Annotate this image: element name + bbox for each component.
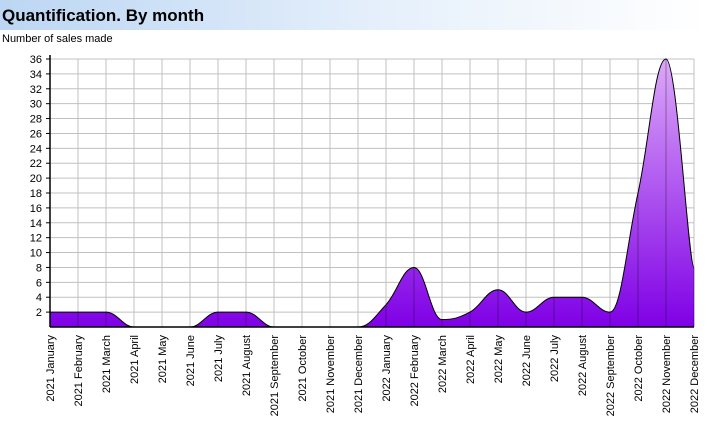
grid: [49, 58, 695, 327]
y-tick-label: 2: [36, 307, 42, 319]
x-tick-label: 2022 March: [437, 335, 449, 393]
x-tick-label: 2022 June: [521, 335, 533, 386]
y-tick-label: 30: [30, 99, 42, 111]
sales-area-chart: 246810121416182022242628303234362021 Jan…: [30, 54, 701, 416]
y-tick-label: 36: [30, 54, 42, 66]
y-tick-label: 34: [30, 69, 42, 81]
x-tick-label: 2021 December: [353, 335, 365, 414]
x-tick-label: 2021 August: [241, 335, 253, 396]
x-tick-label: 2022 August: [577, 335, 589, 396]
x-tick-label: 2021 March: [101, 335, 113, 393]
x-tick-label: 2021 November: [325, 335, 337, 414]
x-tick-label: 2021 April: [129, 335, 141, 384]
x-tick-label: 2021 January: [45, 335, 57, 402]
y-tick-label: 8: [36, 262, 42, 274]
x-tick-label: 2022 May: [493, 335, 505, 384]
x-tick-label: 2022 January: [381, 335, 393, 402]
x-tick-label: 2021 June: [185, 335, 197, 386]
y-tick-label: 16: [30, 203, 42, 215]
y-tick-label: 22: [30, 158, 42, 170]
x-tick-label: 2022 September: [605, 335, 617, 417]
y-tick-label: 14: [30, 218, 42, 230]
tick-labels: 246810121416182022242628303234362021 Jan…: [30, 54, 701, 416]
x-tick-label: 2022 February: [409, 335, 421, 407]
x-tick-label: 2021 October: [297, 335, 309, 402]
x-tick-label: 2022 April: [465, 335, 477, 384]
x-tick-label: 2022 December: [689, 335, 701, 414]
x-tick-label: 2021 July: [213, 335, 225, 383]
axes: [46, 55, 694, 328]
y-tick-label: 10: [30, 248, 42, 260]
y-tick-label: 20: [30, 173, 42, 185]
x-tick-label: 2022 July: [549, 335, 561, 383]
x-tick-label: 2021 May: [157, 335, 169, 384]
x-tick-label: 2022 October: [633, 335, 645, 402]
y-tick-label: 28: [30, 114, 42, 126]
y-tick-label: 32: [30, 84, 42, 96]
y-tick-label: 26: [30, 128, 42, 140]
x-tick-label: 2021 September: [269, 335, 281, 417]
y-tick-label: 18: [30, 188, 42, 200]
x-tick-label: 2021 February: [73, 335, 85, 407]
y-tick-label: 12: [30, 233, 42, 245]
y-tick-label: 6: [36, 277, 42, 289]
y-tick-label: 24: [30, 143, 42, 155]
x-tick-label: 2022 November: [661, 335, 673, 414]
y-tick-label: 4: [36, 292, 42, 304]
